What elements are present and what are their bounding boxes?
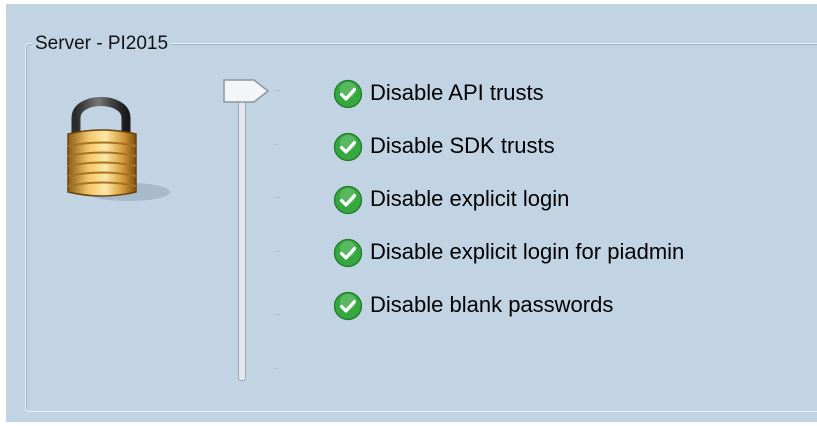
- slider-tick: [274, 90, 280, 91]
- slider-tick: [274, 251, 280, 252]
- list-item: Disable blank passwords: [333, 288, 684, 341]
- security-options-list: Disable API trusts Disable SDK trusts Di…: [333, 76, 684, 341]
- list-item: Disable API trusts: [333, 76, 684, 129]
- item-label: Disable API trusts: [370, 80, 544, 105]
- list-item: Disable explicit login: [333, 182, 684, 235]
- item-label: Disable explicit login for piadmin: [370, 239, 685, 264]
- slider-tick: [274, 368, 280, 369]
- group-title: Server - PI2015: [32, 33, 172, 55]
- item-label: Disable blank passwords: [370, 292, 614, 317]
- green-check-icon: [333, 238, 363, 268]
- green-check-icon: [333, 185, 363, 215]
- slider-track[interactable]: [238, 86, 246, 381]
- green-check-icon: [333, 132, 363, 162]
- slider-tick: [274, 144, 280, 145]
- item-label: Disable SDK trusts: [370, 133, 555, 158]
- slider-tick: [274, 197, 280, 198]
- green-check-icon: [333, 79, 363, 109]
- item-label: Disable explicit login: [370, 186, 570, 211]
- security-level-slider[interactable]: [222, 76, 292, 386]
- list-item: Disable SDK trusts: [333, 129, 684, 182]
- list-item: Disable explicit login for piadmin: [333, 235, 684, 288]
- green-check-icon: [333, 291, 363, 321]
- padlock-icon: [67, 97, 170, 201]
- slider-tick: [274, 314, 280, 315]
- slider-thumb[interactable]: [222, 78, 272, 104]
